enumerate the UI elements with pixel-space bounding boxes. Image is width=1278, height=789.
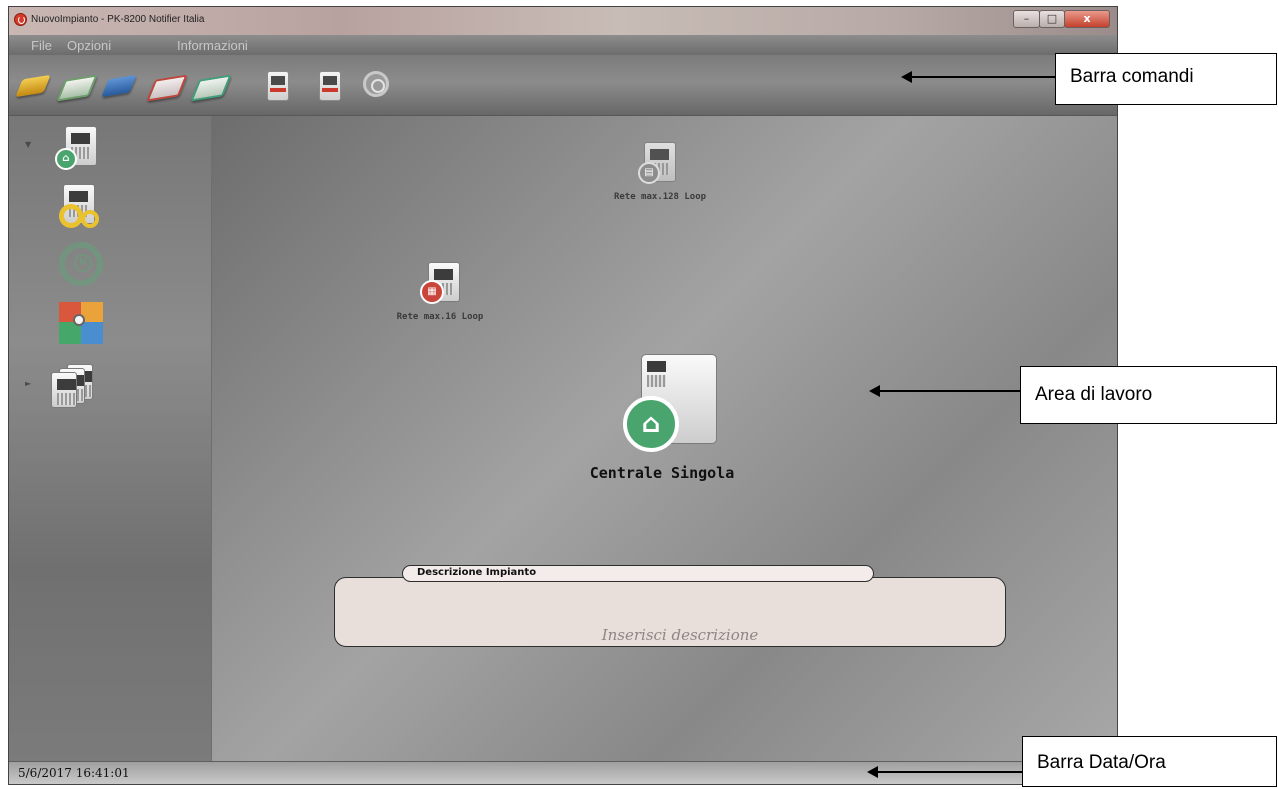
menu-opzioni[interactable]: Opzioni <box>67 38 111 53</box>
callout-arrow <box>869 385 1020 397</box>
callout-barra-data-ora: Barra Data/Ora <box>1022 736 1277 787</box>
option-label: Rete max.16 Loop <box>396 312 484 322</box>
help-icon[interactable] <box>357 67 395 105</box>
option-label: Rete max.128 Loop <box>613 192 707 202</box>
menu-file[interactable]: File <box>31 38 52 53</box>
application-window: NuovoImpianto - PK-8200 Notifier Italia … <box>8 6 1118 785</box>
option-rete-128-loop[interactable]: ▤ Rete max.128 Loop <box>600 136 720 202</box>
print-icon[interactable] <box>190 67 232 105</box>
new-project-icon[interactable] <box>15 67 53 105</box>
navigation-sidebar: ▼ ⌂ ► <box>9 116 211 762</box>
work-area: ▤ Rete max.128 Loop ▦ Rete max.16 Loop ⌂… <box>212 116 1117 762</box>
single-panel-icon[interactable]: ⌂ <box>51 124 105 174</box>
export-pdf-icon[interactable] <box>146 67 188 105</box>
datetime-display: 5/6/2017 16:41:01 <box>18 766 130 780</box>
description-panel: Inserisci descrizione <box>334 577 1006 647</box>
minimize-button[interactable]: – <box>1013 10 1040 28</box>
loop-network-icon[interactable] <box>55 298 109 348</box>
close-button[interactable]: x <box>1064 10 1110 28</box>
network-n-icon[interactable] <box>55 240 109 290</box>
menu-informazioni[interactable]: Informazioni <box>177 38 248 53</box>
app-logo-icon <box>14 13 27 26</box>
callout-arrow <box>867 766 1022 778</box>
menu-bar: File Opzioni Informazioni <box>9 35 1117 55</box>
upload-panel-icon[interactable] <box>259 67 297 105</box>
expand-arrow-icon[interactable]: ▼ <box>25 140 31 149</box>
description-input[interactable]: Inserisci descrizione <box>515 626 845 644</box>
collapse-arrow-icon[interactable]: ► <box>25 379 31 388</box>
edit-project-icon[interactable] <box>56 67 98 105</box>
save-icon[interactable] <box>101 67 139 105</box>
description-title: Descrizione Impianto <box>402 565 874 582</box>
window-title: NuovoImpianto - PK-8200 Notifier Italia <box>31 14 205 25</box>
panels-stack-icon[interactable] <box>49 362 103 412</box>
option-rete-16-loop[interactable]: ▦ Rete max.16 Loop <box>380 256 500 322</box>
callout-arrow <box>901 71 1055 83</box>
configuration-gears-icon[interactable] <box>55 182 109 232</box>
option-label: Centrale Singola <box>589 464 735 482</box>
title-bar[interactable]: NuovoImpianto - PK-8200 Notifier Italia … <box>9 7 1117 35</box>
download-panel-icon[interactable] <box>311 67 349 105</box>
command-toolbar <box>9 55 1117 116</box>
callout-barra-comandi: Barra comandi <box>1055 53 1277 105</box>
maximize-button[interactable]: □ <box>1039 10 1065 28</box>
callout-area-di-lavoro: Area di lavoro <box>1020 366 1277 424</box>
option-centrale-singola[interactable]: ⌂ Centrale Singola <box>577 350 747 482</box>
